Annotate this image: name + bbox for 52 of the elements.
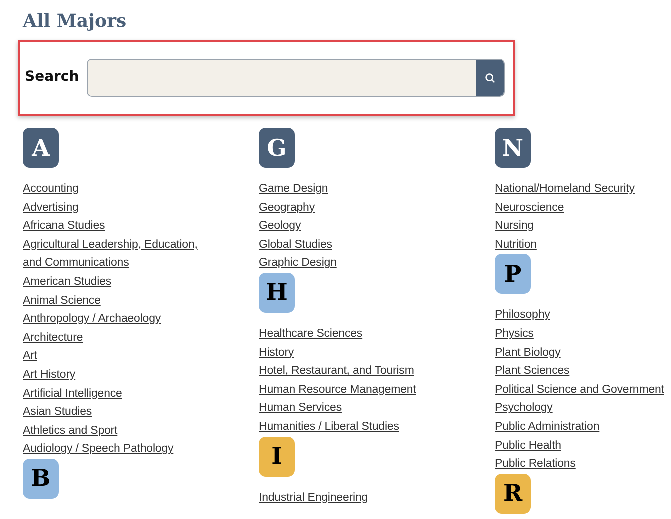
major-link[interactable]: Geology: [259, 217, 495, 236]
letter-tile: G: [259, 128, 295, 168]
major-link[interactable]: Graphic Design: [259, 254, 495, 273]
major-link[interactable]: Global Studies: [259, 236, 495, 254]
major-link[interactable]: Healthcare Sciences: [259, 324, 495, 344]
letter-tile: H: [259, 272, 295, 313]
major-link[interactable]: Game Design: [259, 180, 495, 199]
major-link[interactable]: Public Relations: [495, 455, 671, 474]
search-label: Search: [25, 68, 80, 87]
letter-tile: R: [495, 474, 531, 514]
letter-tile: P: [495, 254, 531, 294]
major-link[interactable]: History: [259, 344, 495, 362]
major-link[interactable]: Asian Studies: [23, 403, 219, 422]
major-link[interactable]: Artificial Intelligence: [23, 384, 219, 404]
major-link[interactable]: Animal Science: [23, 292, 219, 310]
major-link[interactable]: Athletics and Sport: [23, 422, 219, 440]
search-icon: [484, 72, 496, 84]
major-link[interactable]: Industrial Engineering: [259, 488, 495, 508]
search-button[interactable]: [476, 60, 504, 96]
major-link[interactable]: National/Homeland Security: [495, 180, 671, 199]
letter-tile: I: [259, 436, 295, 477]
major-link[interactable]: Neuroscience: [495, 198, 671, 218]
major-link[interactable]: Public Health: [495, 436, 671, 456]
major-link[interactable]: Public Administration: [495, 418, 671, 437]
major-link[interactable]: Philosophy: [495, 306, 671, 325]
major-link[interactable]: Accounting: [23, 180, 219, 199]
major-link[interactable]: Human Resource Management: [259, 380, 495, 400]
major-link[interactable]: Art: [23, 347, 219, 366]
major-link[interactable]: Africana Studies: [23, 217, 219, 236]
major-link[interactable]: Anthropology / Archaeology: [23, 310, 219, 329]
major-link[interactable]: Audiology / Speech Pathology: [23, 440, 219, 459]
letter-tile: N: [495, 128, 531, 168]
page-title: All Majors: [23, 10, 128, 34]
major-link[interactable]: Advertising: [23, 198, 219, 218]
major-link[interactable]: Humanities / Liberal Studies: [259, 418, 495, 437]
major-link[interactable]: Political Science and Government: [495, 380, 671, 400]
major-link[interactable]: American Studies: [23, 272, 219, 292]
major-link[interactable]: Agricultural Leadership, Education, and Communications: [23, 236, 219, 273]
major-link[interactable]: Geography: [259, 198, 495, 218]
major-link[interactable]: Physics: [495, 324, 671, 344]
major-link[interactable]: Architecture: [23, 328, 219, 348]
letter-tile: A: [23, 128, 59, 168]
major-link[interactable]: Nursing: [495, 217, 671, 236]
major-link[interactable]: Hotel, Restaurant, and Tourism: [259, 362, 495, 381]
letter-tile: B: [23, 458, 59, 499]
major-link[interactable]: Human Services: [259, 399, 495, 418]
major-link[interactable]: Plant Biology: [495, 344, 671, 362]
search-field[interactable]: [87, 59, 505, 97]
major-link[interactable]: Art History: [23, 366, 219, 385]
major-link[interactable]: Psychology: [495, 399, 671, 418]
major-link[interactable]: Nutrition: [495, 236, 671, 254]
major-link[interactable]: Plant Sciences: [495, 362, 671, 381]
